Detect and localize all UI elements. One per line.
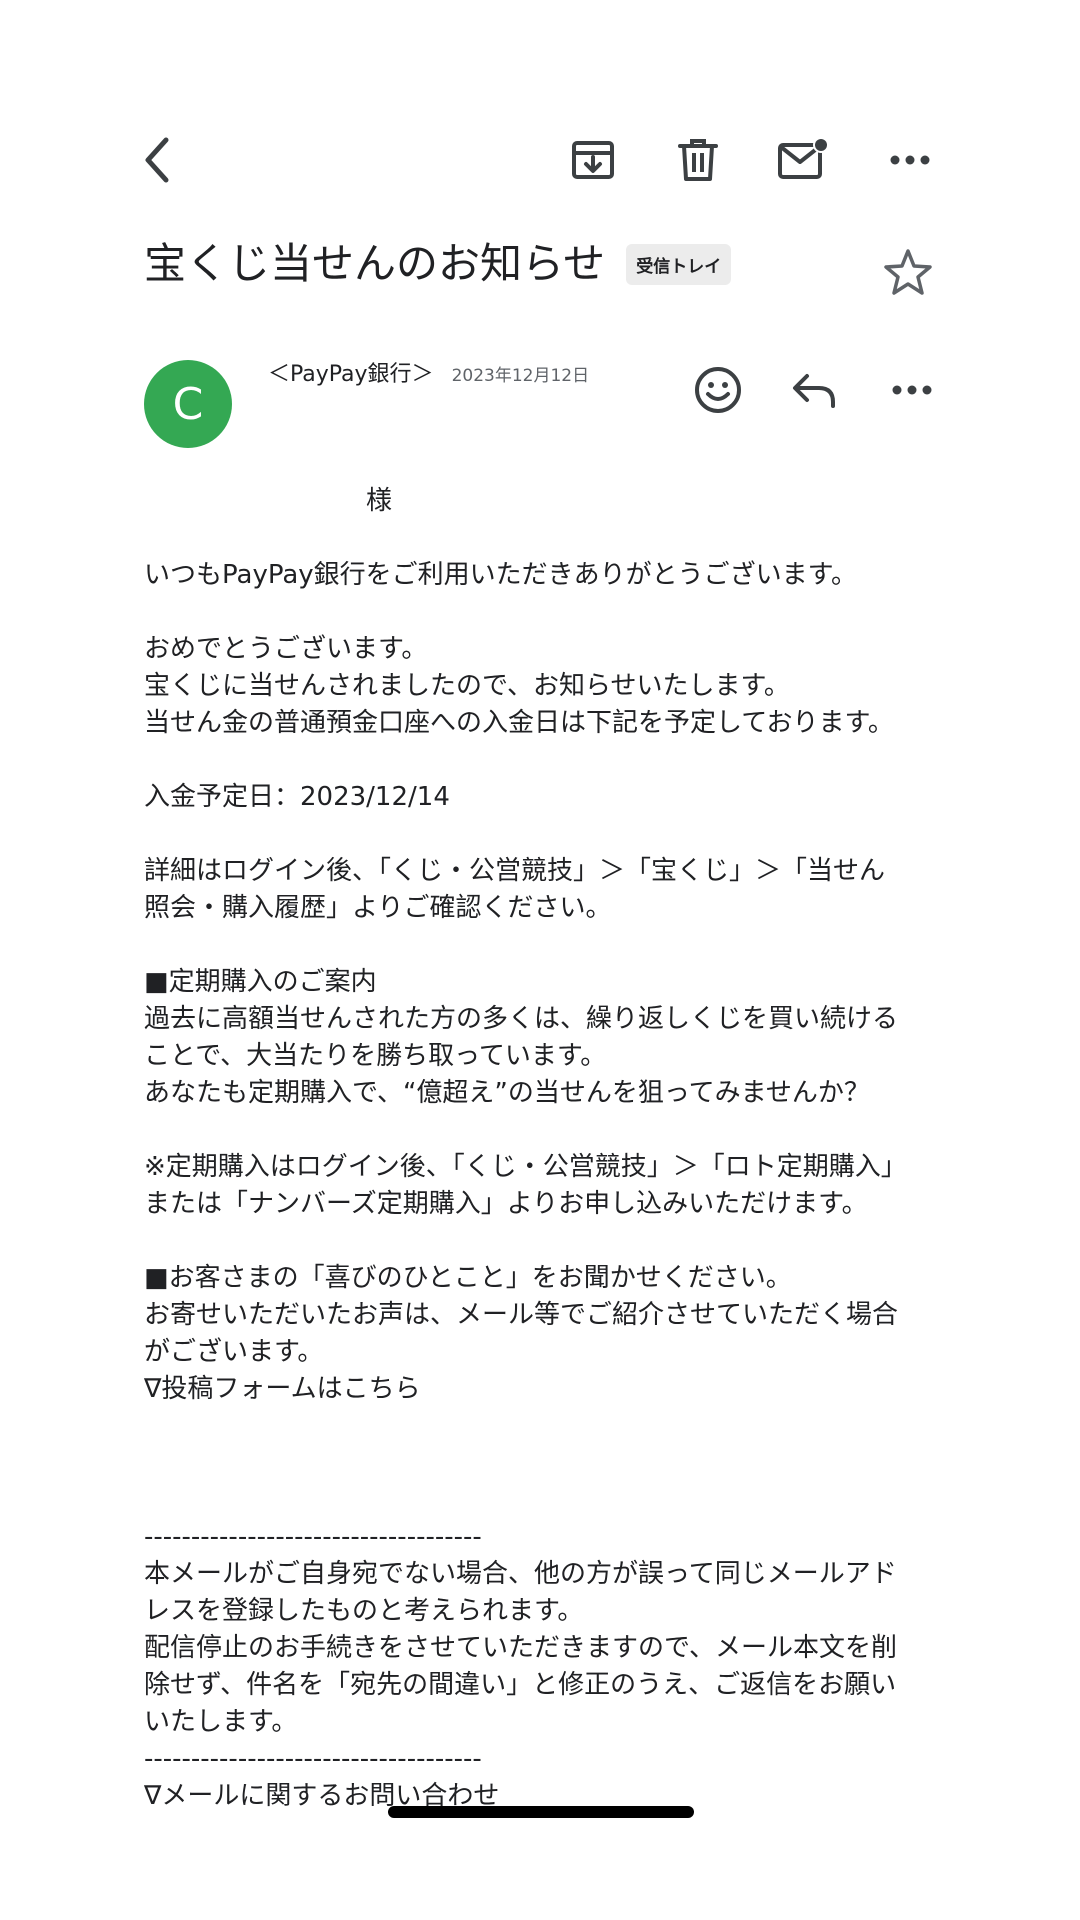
delete-button[interactable]	[668, 130, 728, 190]
star-icon	[884, 249, 932, 295]
body-line: がございます。	[144, 1337, 324, 1367]
body-line: ※定期購入はログイン後、「くじ・公営競技」＞「ロト定期購入」	[144, 1152, 907, 1182]
body-line	[144, 1112, 944, 1149]
body-line: 入金予定日：2023/12/14	[144, 782, 450, 812]
body-line: ∇投稿フォームはこちら	[144, 1374, 421, 1404]
body-line: おめでとうございます。	[144, 634, 428, 664]
body-line: 当せん金の普通預金口座への入金日は下記を予定しております。	[144, 708, 894, 738]
subject-row: 宝くじ当せんのお知らせ 受信トレイ	[144, 230, 944, 291]
sender-avatar[interactable]: C	[144, 360, 232, 448]
reply-button[interactable]	[782, 358, 846, 422]
sender-name: ＜PayPay銀行＞	[268, 362, 434, 387]
body-line	[144, 1482, 944, 1519]
archive-button[interactable]	[563, 130, 623, 190]
body-line	[144, 1223, 944, 1260]
trash-icon	[678, 139, 718, 181]
mail-unread-icon	[778, 137, 829, 179]
archive-icon	[572, 141, 614, 179]
inbox-label-chip[interactable]: 受信トレイ	[626, 244, 732, 285]
email-body: 様 いつもPayPay銀行をご利用いただきありがとうございます。 おめでとうござ…	[144, 483, 944, 1815]
body-line: ことで、大当たりを勝ち取っています。	[144, 1041, 607, 1071]
chevron-left-icon	[145, 137, 169, 183]
email-date: 2023年12月12日	[451, 366, 590, 386]
body-line: いたします。	[144, 1707, 298, 1737]
body-line: あなたも定期購入で、“億超え”の当せんを狙ってみませんか？	[144, 1078, 870, 1108]
body-line	[144, 927, 944, 964]
mark-unread-button[interactable]	[774, 130, 834, 190]
message-more-button[interactable]	[880, 358, 944, 422]
more-options-button[interactable]	[880, 130, 940, 190]
more-horizontal-icon	[890, 155, 930, 165]
body-line	[144, 594, 944, 631]
body-line: 宝くじに当せんされましたので、お知らせいたします。	[144, 671, 790, 701]
body-line	[144, 1408, 944, 1445]
body-line: または「ナンバーズ定期購入」よりお申し込みいただけます。	[144, 1189, 868, 1219]
add-reaction-button[interactable]	[686, 358, 750, 422]
reply-icon	[793, 374, 835, 408]
body-line: ■お客さまの「喜びのひとこと」をお聞かせください。	[144, 1263, 792, 1293]
more-horizontal-icon	[892, 385, 932, 395]
body-line: 詳細はログイン後、「くじ・公営競技」＞「宝くじ」＞「当せん	[144, 856, 886, 886]
divider-line: ------------------------------------	[144, 1522, 482, 1552]
body-line	[144, 816, 944, 853]
body-line	[144, 1445, 944, 1482]
body-line: 様	[366, 486, 393, 516]
body-line: いつもPayPay銀行をご利用いただきありがとうございます。	[144, 560, 858, 590]
body-line: ■定期購入のご案内	[144, 967, 377, 997]
body-line	[144, 520, 944, 557]
body-line: 配信停止のお手続きをさせていただきますので、メール本文を削	[144, 1633, 897, 1663]
home-indicator[interactable]	[388, 1806, 694, 1818]
sender-line[interactable]: ＜PayPay銀行＞ 2023年12月12日	[268, 356, 589, 388]
body-line: お寄せいただいたお声は、メール等でご紹介させていただく場合	[144, 1300, 899, 1330]
divider-line: ------------------------------------	[144, 1744, 482, 1774]
smiley-icon	[695, 367, 741, 413]
body-line: 過去に高額当せんされた方の多くは、繰り返しくじを買い続ける	[144, 1004, 899, 1034]
body-line: レスを登録したものと考えられます。	[144, 1596, 584, 1626]
body-line: 本メールがご自身宛でない場合、他の方が誤って同じメールアド	[144, 1559, 897, 1589]
body-line	[144, 742, 944, 779]
body-line: 除せず、件名を「宛先の間違い」と修正のうえ、ご返信をお願い	[144, 1670, 897, 1700]
top-toolbar	[0, 130, 1080, 190]
back-button[interactable]	[128, 130, 188, 190]
body-line: 照会・購入履歴」よりご確認ください。	[144, 893, 612, 923]
email-subject: 宝くじ当せんのお知らせ	[144, 239, 606, 288]
star-button[interactable]	[880, 245, 936, 301]
bottom-safe-area	[0, 1836, 1080, 1920]
